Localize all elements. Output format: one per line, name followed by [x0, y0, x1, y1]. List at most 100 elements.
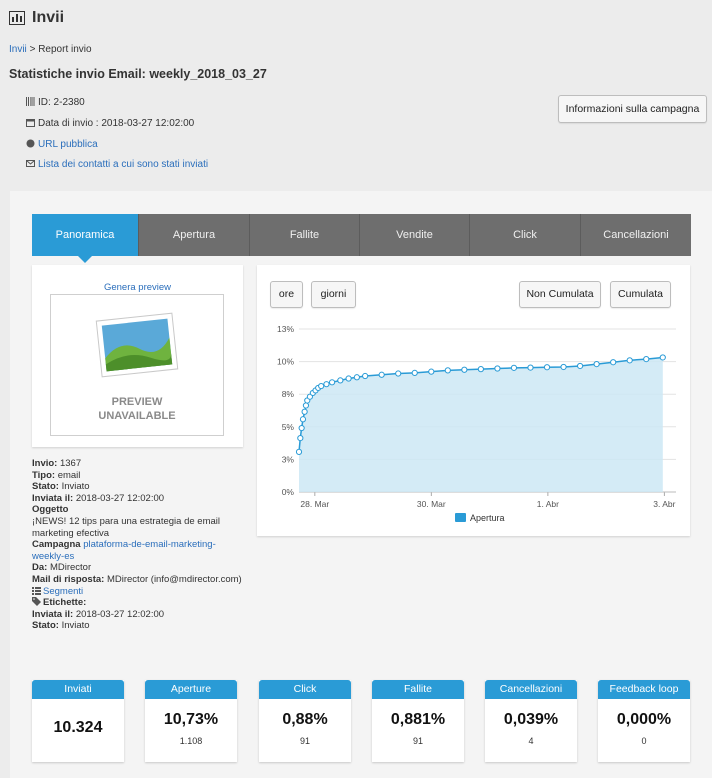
envelope-icon [26, 160, 35, 167]
tab-bar: Panoramica Apertura Fallite Vendite Clic… [32, 214, 691, 263]
meta-contacts: Lista dei contatti a cui sono stati invi… [26, 159, 208, 170]
stats-chart-icon [9, 11, 25, 25]
chart-card: ore giorni Non Cumulata Cumulata 0% 3% 5% 8… [257, 265, 690, 536]
info-oggetto: Oggetto [32, 504, 242, 516]
stat-inviati-label: Inviati [32, 680, 124, 699]
tab-apertura[interactable]: Apertura [139, 214, 250, 256]
stat-fallite-value: 0,881% [390, 711, 446, 728]
info-tipo-label: Tipo: [32, 469, 56, 481]
legend-label: Apertura [470, 513, 505, 523]
x-tick-label: 30. Mar [417, 499, 446, 509]
info-invio-label: Invio: [32, 458, 58, 469]
info-invio-value: 1367 [59, 458, 82, 469]
data-point [298, 424, 305, 432]
tab-click[interactable]: Click [470, 214, 581, 256]
info-etichette-label: Etichette: [43, 597, 87, 609]
info-tipo-value: email [57, 469, 81, 481]
data-point [297, 434, 304, 442]
segments-link[interactable]: Segmenti [43, 586, 83, 597]
info-mail-value: MDirector (info@mdirector.com) [106, 573, 242, 585]
stat-fallite-count: 91 [412, 736, 423, 746]
tab-fallite[interactable]: Fallite [250, 214, 360, 256]
y-tick-label: 0% [282, 487, 295, 497]
stat-click: Click 0,88% 91 [259, 680, 351, 762]
y-tick-label: 3% [282, 454, 295, 464]
breadcrumb: Invii > Report invio [9, 44, 92, 55]
data-point [295, 448, 303, 455]
contacts-list-link[interactable]: Lista dei contatti a cui sono stati invi… [38, 159, 208, 170]
meta-date-text: Data di invio : 2018-03-27 12:02:00 [38, 118, 195, 129]
stat-feedback-loop-value: 0,000% [616, 711, 672, 728]
x-tick-label: 1. Abr [537, 499, 559, 509]
info-campagna-label: Campagna [32, 539, 81, 551]
info-stato-label: Stato: [32, 481, 59, 493]
data-point [353, 374, 360, 381]
stat-feedback-loop-count: 0 [641, 736, 647, 746]
breadcrumb-link-invii[interactable]: Invii [9, 44, 27, 55]
info-da-value: MDirector [49, 562, 92, 574]
y-tick-label: 10% [277, 357, 294, 367]
data-point [378, 371, 385, 378]
info-campagna: Campagna plataforma-de-email-marketing-w… [32, 539, 242, 562]
info-inviata-2: Inviata il: 2018-03-27 12:02:00 [32, 609, 242, 621]
meta-public-url: URL pubblica [26, 139, 98, 150]
stat-cancellazioni-count: 4 [528, 736, 534, 746]
opens-chart: 0% 3% 5% 8% 10% 13% 28. Mar 30. Mar 1. Abr 3. Abr… [277, 324, 676, 523]
meta-id: ID: 2-2380 [26, 97, 85, 108]
campaign-info-button[interactable]: Informazioni sulla campagna [558, 95, 707, 123]
info-stato-2: Stato: Inviato [32, 620, 242, 632]
stat-cancellazioni-label: Cancellazioni [485, 680, 577, 699]
info-segmenti: Segmenti [32, 586, 242, 598]
data-point [659, 354, 666, 361]
image-placeholder-icon [95, 312, 179, 378]
stat-feedback-loop: Feedback loop 0,000% 0 [598, 680, 690, 762]
stat-click-label: Click [259, 680, 351, 699]
stat-cancellazioni: Cancellazioni 0,039% 4 [485, 680, 577, 762]
generate-preview-link[interactable]: Genera preview [32, 282, 243, 293]
info-inviata2-value: 2018-03-27 12:02:00 [75, 608, 165, 620]
stat-aperture-count: 1.108 [179, 736, 203, 746]
send-details: Invio: 1367 Tipo: email Stato: Inviato I… [32, 458, 242, 632]
info-mail: Mail di risposta: MDirector (info@mdirec… [32, 574, 242, 586]
meta-id-text: ID: 2-2380 [38, 97, 85, 108]
data-point [494, 365, 501, 372]
data-point [510, 364, 518, 371]
x-tick-label: 28. Mar [300, 499, 329, 509]
info-stato-value: Inviato [61, 481, 90, 493]
data-point [337, 377, 344, 384]
data-point [576, 362, 584, 370]
data-point [395, 370, 402, 377]
data-point [444, 367, 451, 374]
y-tick-label: 5% [282, 422, 295, 432]
data-point [299, 416, 307, 423]
info-oggetto-label: Oggetto [32, 504, 69, 516]
data-point [302, 402, 310, 409]
tab-cancellazioni[interactable]: Cancellazioni [581, 214, 691, 256]
y-tick-label: 13% [277, 324, 294, 334]
breadcrumb-separator: > [29, 44, 36, 55]
info-stato: Stato: Inviato [32, 481, 242, 493]
public-url-link[interactable]: URL pubblica [38, 139, 98, 150]
info-tipo: Tipo: email [32, 470, 242, 482]
info-invio: Invio: 1367 [32, 458, 242, 470]
stat-feedback-loop-label: Feedback loop [598, 680, 690, 699]
breadcrumb-current: Report invio [38, 44, 92, 55]
data-point [610, 359, 617, 366]
stat-aperture: Aperture 10,73% 1.108 [145, 680, 237, 762]
info-da-label: Da: [32, 562, 48, 574]
stat-aperture-label: Aperture [145, 680, 237, 699]
data-point [643, 355, 650, 363]
info-stato2-label: Stato: [32, 620, 59, 632]
data-point [626, 357, 633, 364]
stat-fallite-label: Fallite [372, 680, 464, 699]
page-title: Statistiche invio Email: weekly_2018_03_… [9, 67, 267, 81]
tab-vendite[interactable]: Vendite [360, 214, 470, 256]
preview-unavailable-line2: UNAVAILABLE [98, 410, 176, 422]
data-point [345, 375, 352, 382]
data-point [328, 379, 336, 386]
stat-click-count: 91 [299, 736, 310, 746]
tab-panoramica[interactable]: Panoramica [32, 214, 139, 263]
data-point [411, 369, 418, 376]
info-inviata2-label: Inviata il: [32, 608, 74, 620]
data-point [362, 372, 369, 380]
